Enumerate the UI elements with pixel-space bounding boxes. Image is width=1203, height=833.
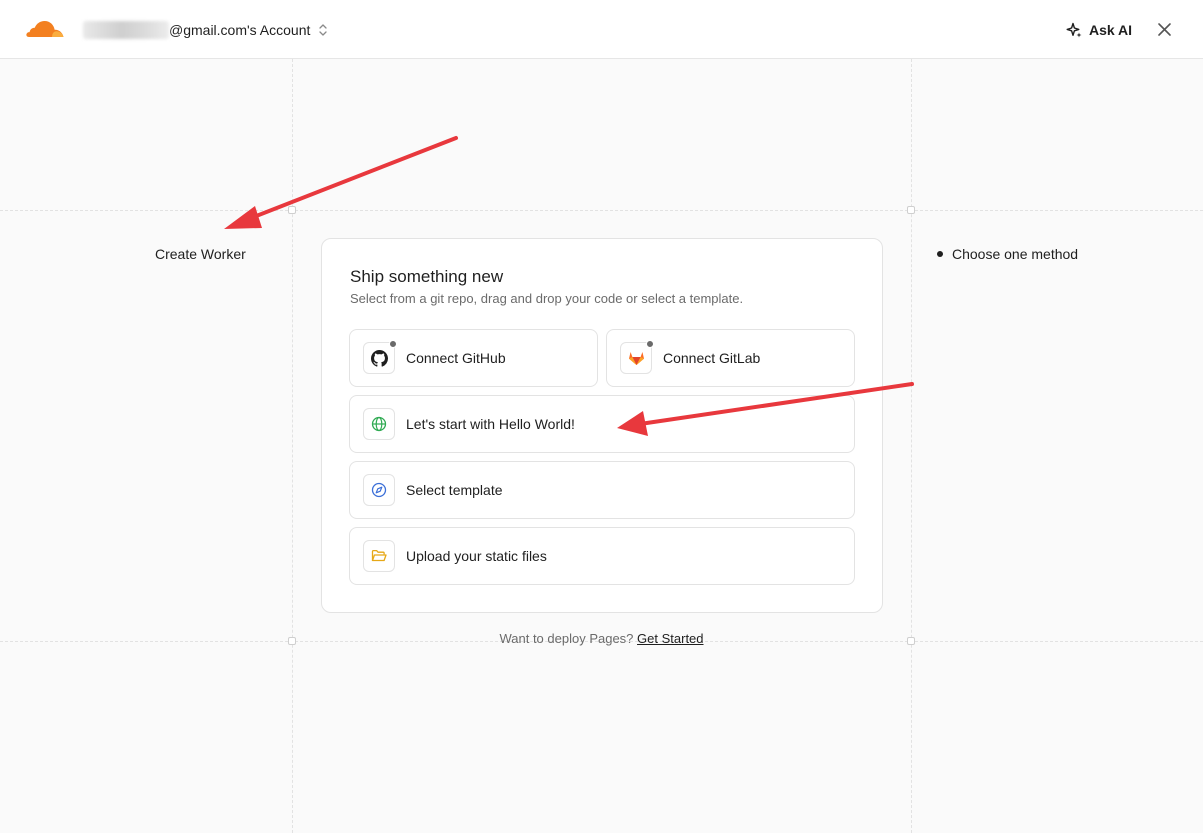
get-started-link[interactable]: Get Started bbox=[637, 631, 703, 646]
chevron-up-down-icon bbox=[319, 24, 328, 36]
compass-icon-box bbox=[363, 474, 395, 506]
option-label: Let's start with Hello World! bbox=[406, 416, 575, 432]
guide-line-vertical-right bbox=[911, 59, 912, 833]
gitlab-icon-box bbox=[620, 340, 654, 374]
step-bullet bbox=[937, 251, 943, 257]
gitlab-icon bbox=[628, 352, 644, 365]
status-dot bbox=[389, 340, 397, 348]
guide-line-horizontal-top bbox=[0, 210, 1203, 211]
create-worker-label: Create Worker bbox=[155, 246, 246, 262]
cloudflare-logo-icon[interactable] bbox=[25, 18, 65, 40]
select-template-button[interactable]: Select template bbox=[349, 461, 855, 519]
step-indicator: Choose one method bbox=[937, 246, 1078, 262]
ship-card: Ship something new Select from a git rep… bbox=[321, 238, 883, 613]
folder-icon bbox=[371, 549, 387, 562]
card-subtitle: Select from a git repo, drag and drop yo… bbox=[350, 291, 744, 306]
option-label: Connect GitHub bbox=[406, 350, 506, 366]
folder-icon-box bbox=[363, 540, 395, 572]
guide-handle bbox=[907, 206, 915, 214]
redacted-email bbox=[83, 21, 169, 39]
account-name: @gmail.com's Account bbox=[169, 22, 311, 38]
close-icon[interactable] bbox=[1156, 21, 1173, 38]
pages-question: Want to deploy Pages? bbox=[499, 631, 634, 646]
top-bar: @gmail.com's Account Ask AI bbox=[0, 0, 1203, 59]
hello-world-button[interactable]: Let's start with Hello World! bbox=[349, 395, 855, 453]
pages-prompt: Want to deploy Pages? Get Started bbox=[0, 631, 1203, 646]
globe-icon bbox=[371, 416, 387, 432]
option-label: Connect GitLab bbox=[663, 350, 761, 366]
ask-ai-button[interactable]: Ask AI bbox=[1066, 19, 1132, 41]
connect-github-button[interactable]: Connect GitHub bbox=[349, 329, 598, 387]
option-label: Upload your static files bbox=[406, 548, 547, 564]
github-icon bbox=[370, 349, 388, 367]
card-title: Ship something new bbox=[350, 267, 504, 286]
connect-gitlab-button[interactable]: Connect GitLab bbox=[606, 329, 855, 387]
sparkle-icon bbox=[1066, 22, 1082, 37]
compass-icon bbox=[371, 482, 387, 498]
guide-line-vertical-left bbox=[292, 59, 293, 833]
github-icon-box bbox=[363, 340, 397, 374]
step-label: Choose one method bbox=[952, 246, 1079, 262]
account-switcher[interactable]: @gmail.com's Account bbox=[83, 19, 328, 41]
globe-icon-box bbox=[363, 408, 395, 440]
upload-static-files-button[interactable]: Upload your static files bbox=[349, 527, 855, 585]
annotation-arrow-create-worker bbox=[224, 136, 458, 229]
ask-ai-label: Ask AI bbox=[1089, 22, 1133, 38]
option-label: Select template bbox=[406, 482, 503, 498]
guide-handle bbox=[288, 206, 296, 214]
status-dot bbox=[646, 340, 654, 348]
